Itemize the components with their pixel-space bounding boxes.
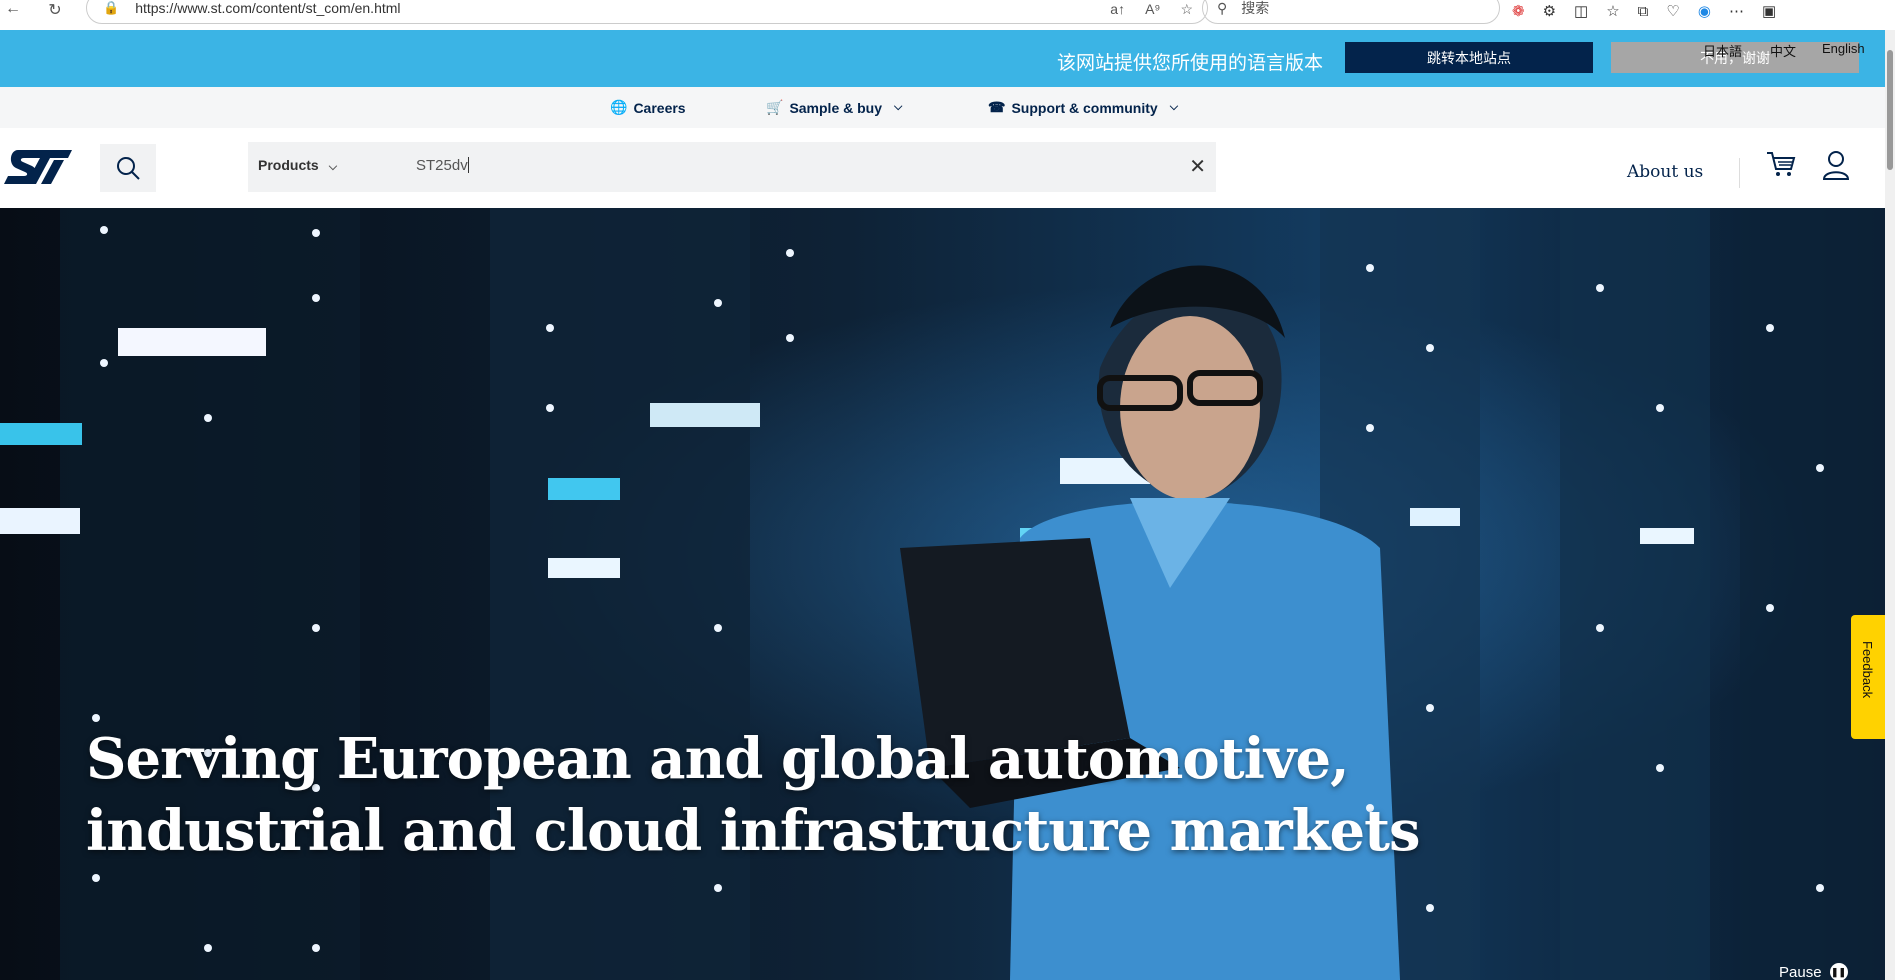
products-dropdown[interactable]: Products ⌵ — [258, 157, 337, 174]
text-caret — [467, 157, 469, 173]
more-icon[interactable]: ⋯ — [1729, 2, 1744, 20]
read-aloud-icon[interactable]: A⁹ — [1145, 1, 1160, 18]
feedback-tab[interactable]: Feedback — [1851, 615, 1885, 739]
split-screen-icon[interactable]: ◫ — [1574, 2, 1588, 20]
hero-banner: Serving European and global automotive, … — [0, 208, 1885, 980]
sample-buy-menu[interactable]: 🛒 Sample & buy ⌵ — [766, 99, 902, 116]
url-text: https://www.st.com/content/st_com/en.htm… — [135, 0, 401, 16]
favorite-star-icon[interactable]: ☆ — [1180, 1, 1193, 18]
cart-button[interactable] — [1766, 150, 1796, 183]
chevron-down-icon: ⌵ — [1169, 101, 1179, 113]
support-label: Support & community — [1011, 99, 1158, 116]
sample-buy-label: Sample & buy — [789, 99, 883, 116]
search-input[interactable]: ST25dv — [416, 157, 469, 174]
favorites-icon[interactable]: ☆ — [1606, 2, 1619, 20]
sidebar-icon[interactable]: ▣ — [1762, 2, 1776, 20]
language-banner: 该网站提供您所使用的语言版本 跳转本地站点 不用，谢谢 日本語 中文 Engli… — [0, 30, 1890, 87]
headset-icon: ☎ — [988, 99, 1006, 115]
url-tools: a↑ A⁹ ☆ — [1110, 1, 1193, 18]
clear-search-icon[interactable]: ✕ — [1189, 154, 1206, 179]
browser-toolbar: ← ↻ 🔒 https://www.st.com/content/st_com/… — [0, 0, 1895, 24]
header-divider — [1739, 158, 1740, 188]
careers-link[interactable]: 🌐 Careers — [610, 99, 686, 116]
site-header: Products ⌵ ST25dv ✕ About us — [0, 128, 1890, 208]
scrollbar-thumb[interactable] — [1887, 50, 1893, 170]
extension-icons: ❁ ⚙ ◫ ☆ ⧉ ♡ ◉ ⋯ ▣ — [1512, 0, 1776, 22]
user-icon — [1822, 151, 1850, 180]
account-button[interactable] — [1822, 150, 1850, 185]
lock-icon: 🔒 — [103, 0, 120, 15]
search-button[interactable] — [100, 144, 156, 192]
language-message: 该网站提供您所使用的语言版本 — [1057, 53, 1324, 74]
edge-icon[interactable]: ◉ — [1698, 2, 1711, 20]
careers-label: Careers — [633, 99, 686, 116]
feedback-label: Feedback — [1860, 641, 1875, 699]
products-label: Products — [258, 157, 319, 173]
browser-search-box[interactable]: ⚲ 搜索 — [1202, 0, 1500, 24]
secondary-nav: 🌐 Careers 🛒 Sample & buy ⌵ ☎ Support & c… — [0, 87, 1890, 129]
back-icon[interactable]: ← — [2, 0, 24, 18]
go-local-site-button[interactable]: 跳转本地站点 — [1345, 42, 1593, 73]
hero-title-line2: industrial and cloud infrastructure mark… — [86, 798, 1420, 864]
pause-label: Pause — [1779, 963, 1822, 980]
collections-icon[interactable]: ⧉ — [1638, 3, 1649, 20]
hero-title-line1: Serving European and global automotive, — [86, 726, 1350, 792]
cart-icon — [1767, 152, 1796, 176]
globe-icon: 🌐 — [610, 99, 628, 115]
lang-japanese-link[interactable]: 日本語 — [1703, 41, 1742, 60]
refresh-icon[interactable]: ↻ — [44, 0, 66, 20]
cart-small-icon: 🛒 — [766, 99, 784, 115]
lang-chinese-link[interactable]: 中文 — [1770, 41, 1796, 60]
site-search-field[interactable]: Products ⌵ ST25dv ✕ — [248, 142, 1216, 192]
support-community-menu[interactable]: ☎ Support & community ⌵ — [988, 99, 1178, 116]
performance-icon[interactable]: ♡ — [1666, 2, 1679, 20]
pause-icon: ❚❚ — [1829, 963, 1848, 980]
lang-english-link[interactable]: English — [1822, 41, 1865, 56]
pause-button[interactable]: Pause ❚❚ — [1779, 963, 1848, 980]
extension-icon[interactable]: ❁ — [1512, 2, 1525, 20]
page-scrollbar[interactable] — [1885, 30, 1895, 980]
search-icon — [117, 157, 140, 180]
translate-icon[interactable]: a↑ — [1110, 1, 1125, 18]
st-logo[interactable] — [4, 148, 72, 191]
puzzle-icon[interactable]: ⚙ — [1543, 2, 1556, 20]
address-bar[interactable]: 🔒 https://www.st.com/content/st_com/en.h… — [86, 0, 1208, 24]
search-input-value: ST25dv — [416, 157, 468, 174]
chevron-down-icon: ⌵ — [328, 161, 338, 173]
hero-title: Serving European and global automotive, … — [86, 723, 1486, 867]
about-us-link[interactable]: About us — [1627, 162, 1703, 182]
chevron-down-icon: ⌵ — [894, 101, 903, 113]
search-icon: ⚲ — [1217, 0, 1228, 16]
browser-search-placeholder: 搜索 — [1241, 0, 1270, 16]
